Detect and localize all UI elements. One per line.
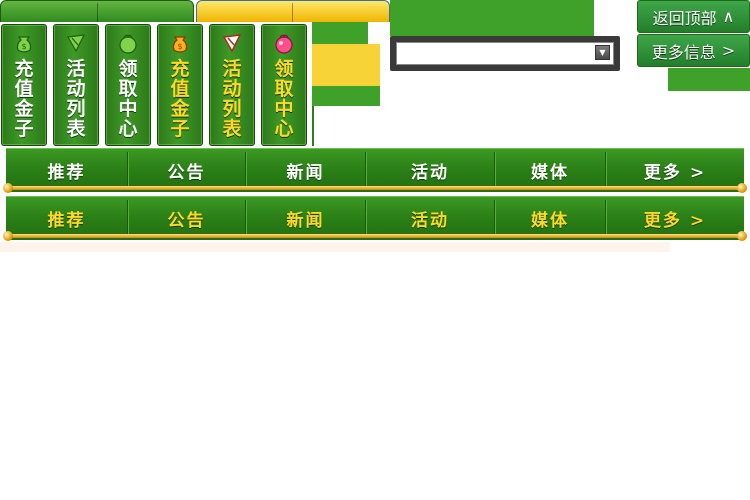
back-to-top-label: 返回顶部	[652, 8, 717, 28]
menu-label: 领取中心	[118, 58, 138, 140]
menu-label: 充值金子	[14, 58, 34, 140]
rail-knob-right	[737, 231, 747, 241]
menu-btn-recharge-white[interactable]: $ 充值金子	[1, 24, 47, 146]
menu-label: 领取中心	[274, 58, 294, 140]
menu-btn-activities-white[interactable]: 活动列表	[53, 24, 99, 146]
nav-gold-rail	[6, 186, 744, 190]
more-info-label: 更多信息	[651, 42, 716, 62]
menu-btn-activities-yellow[interactable]: 活动列表	[209, 24, 255, 146]
money-bag-icon: $	[12, 31, 36, 55]
dropdown-select[interactable]: ▼	[390, 36, 620, 71]
svg-text:$: $	[177, 42, 182, 51]
rail-knob-left	[3, 231, 13, 241]
green-block-a	[312, 22, 368, 44]
nav-gold-rail	[6, 234, 744, 238]
back-to-top-button[interactable]: 返回顶部 ∧	[637, 0, 750, 33]
dropdown-field[interactable]: ▼	[396, 42, 614, 65]
menu-label: 充值金子	[170, 58, 190, 140]
more-info-button[interactable]: 更多信息 >	[637, 34, 750, 67]
green-block-b	[312, 86, 380, 106]
divider-line	[0, 242, 670, 252]
yellow-block	[312, 44, 380, 86]
flag-icon	[220, 31, 244, 55]
menu-label: 活动列表	[66, 58, 86, 140]
money-bag-icon: $	[168, 31, 192, 55]
chevron-down-icon[interactable]: ▼	[595, 45, 610, 60]
tab-yellow[interactable]	[196, 0, 390, 22]
rail-knob-right	[737, 183, 747, 193]
green-block-c	[312, 106, 314, 146]
rail-knob-left	[3, 183, 13, 193]
menu-btn-recharge-yellow[interactable]: $ 充值金子	[157, 24, 203, 146]
tab-green[interactable]	[0, 0, 194, 22]
gift-icon	[272, 31, 296, 55]
gift-icon	[116, 31, 140, 55]
menu-btn-claim-white[interactable]: 领取中心	[105, 24, 151, 146]
green-block-right	[668, 68, 750, 91]
menu-btn-claim-yellow[interactable]: 领取中心	[261, 24, 307, 146]
flag-icon	[64, 31, 88, 55]
chevron-up-icon: ∧	[722, 7, 735, 26]
green-block-top	[390, 0, 594, 36]
menu-label: 活动列表	[222, 58, 242, 140]
chevron-right-icon: >	[721, 41, 736, 60]
svg-text:$: $	[21, 42, 26, 51]
